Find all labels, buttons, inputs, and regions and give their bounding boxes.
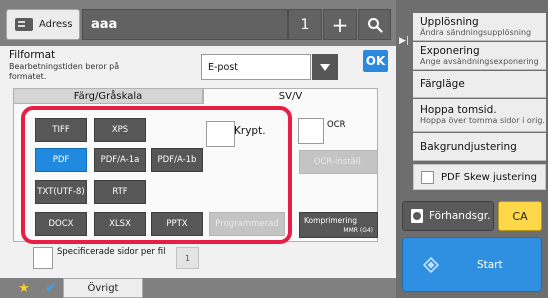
- check-icon[interactable]: ✔: [42, 279, 60, 297]
- tab-color-grayscale[interactable]: Färg/Gråskala: [13, 88, 203, 104]
- star-icon[interactable]: ★: [15, 279, 33, 297]
- sidebar-item-exposure[interactable]: Exponering Ange avsändningsexponering: [413, 42, 546, 70]
- address-button[interactable]: Adress: [6, 9, 80, 40]
- ocr-checkbox[interactable]: [298, 118, 324, 144]
- caret-down-icon: [320, 63, 330, 71]
- specified-pages-count[interactable]: 1: [176, 247, 199, 269]
- file-format-label: Filformat: [9, 49, 56, 61]
- sidebar-item-sub: Ange avsändningsexponering: [420, 56, 539, 66]
- pdf-skew-checkbox[interactable]: [421, 170, 434, 184]
- ocr-label: OCR: [327, 120, 346, 130]
- sidebar-item-title: Hoppa tomsid.: [420, 104, 497, 116]
- highlight-box: [21, 106, 292, 244]
- pdf-skew-label: PDF Skew justering: [441, 171, 537, 183]
- ok-button[interactable]: OK: [363, 50, 388, 72]
- address-input[interactable]: aaa: [82, 9, 288, 40]
- sidebar-item-sub: Ändra sändningsupplösning: [420, 27, 532, 37]
- preview-button[interactable]: Förhandsgr.: [402, 201, 494, 231]
- search-button[interactable]: [358, 9, 391, 40]
- sidebar-item-title: Upplösning: [420, 15, 479, 28]
- preview-label: Förhandsgr.: [429, 210, 491, 222]
- specified-pages-checkbox[interactable]: [33, 247, 53, 269]
- start-icon: [423, 256, 439, 273]
- address-book-icon: [15, 18, 33, 31]
- screen: Adress aaa 1 + ▶| Upplösning Ändra sändn…: [0, 0, 548, 298]
- file-format-dropdown-button[interactable]: [312, 54, 338, 80]
- sidebar-item-title: Bakgrundjustering: [420, 140, 517, 153]
- compression-label: Komprimering: [304, 216, 357, 225]
- sidebar-item-resolution[interactable]: Upplösning Ändra sändningsupplösning: [413, 13, 546, 41]
- clear-all-button[interactable]: CA: [498, 201, 542, 231]
- specified-pages-label: Specificerade sidor per fil: [57, 247, 166, 257]
- panel-toggle-icon[interactable]: ▶|: [396, 30, 412, 52]
- start-button[interactable]: Start: [402, 237, 542, 292]
- file-format-sub: Bearbetningstiden beror på formatet.: [9, 62, 120, 81]
- preview-icon: [411, 209, 423, 223]
- add-destination-button[interactable]: +: [323, 9, 357, 40]
- compression-button[interactable]: Komprimering MMR (G4): [299, 212, 378, 238]
- destination-count: 1: [288, 9, 322, 40]
- start-label: Start: [477, 258, 503, 271]
- address-label: Adress: [39, 19, 73, 30]
- sidebar-item-title: Exponering: [420, 44, 480, 57]
- sidebar-item-background[interactable]: Bakgrundjustering: [413, 133, 546, 161]
- other-button[interactable]: Övrigt: [63, 278, 143, 298]
- pdf-skew-toggle[interactable]: PDF Skew justering: [413, 164, 546, 190]
- sidebar-item-sub: Hoppa över tomma sidor i orig.: [420, 116, 545, 125]
- file-format-select[interactable]: E-post: [201, 54, 311, 80]
- sidebar-item-title: Färgläge: [420, 78, 465, 90]
- sidebar-item-color-mode[interactable]: Färgläge: [413, 71, 546, 98]
- compression-value: MMR (G4): [343, 227, 373, 234]
- search-icon: [367, 17, 383, 33]
- tab-black-white[interactable]: SV/V: [203, 88, 378, 104]
- ocr-settings-button[interactable]: OCR-inställ.: [299, 150, 378, 174]
- sidebar-item-skip-blank[interactable]: Hoppa tomsid. Hoppa över tomma sidor i o…: [413, 99, 546, 132]
